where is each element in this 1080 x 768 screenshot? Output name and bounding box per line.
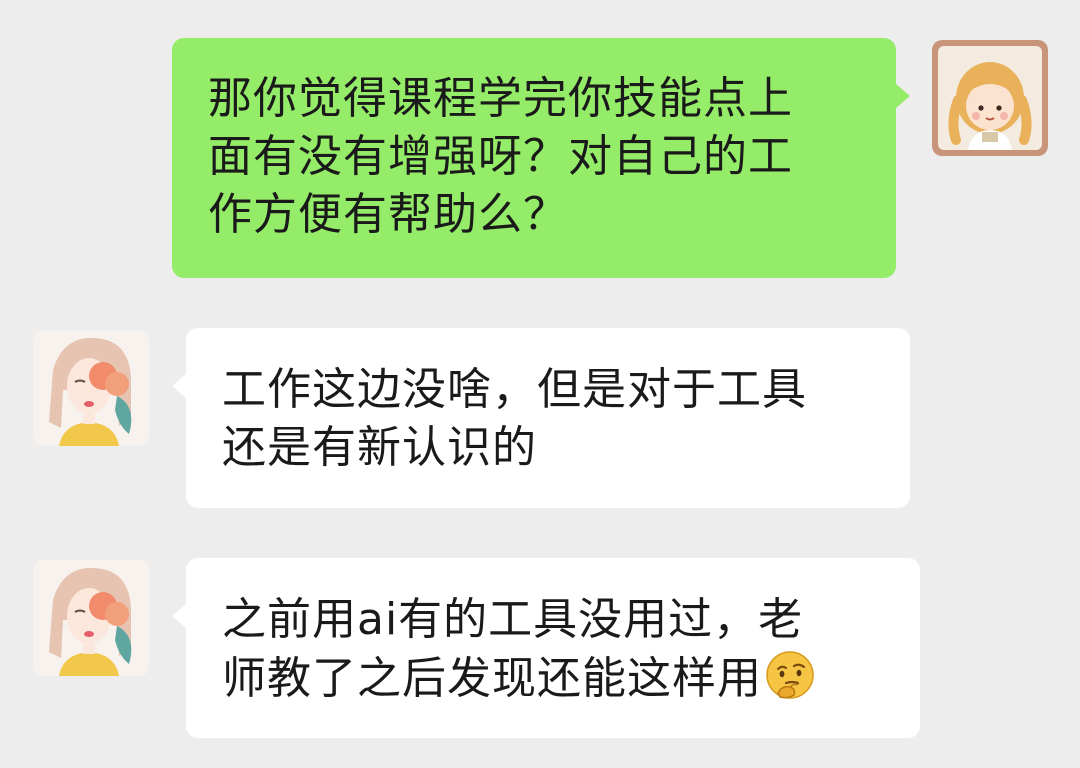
message-text-line: 之前用ai有的工具没用过，老	[222, 594, 804, 645]
avatar-contact[interactable]	[33, 560, 149, 676]
thinking-face-emoji-icon	[764, 649, 816, 701]
message-text-line-with-emoji: 师教了之后发现还能这样用	[222, 649, 884, 708]
message-text: 师教了之后发现还能这样用	[222, 653, 762, 704]
chat-conversation: 那你觉得课程学完你技能点上 面有没有增强呀？对自己的工 作方便有帮助么？ 工作这…	[0, 0, 1080, 768]
message-received: 之前用ai有的工具没用过，老 师教了之后发现还能这样用	[0, 0, 1080, 768]
avatar-contact-image	[33, 560, 149, 676]
message-bubble-received[interactable]: 之前用ai有的工具没用过，老 师教了之后发现还能这样用	[186, 558, 920, 738]
bubble-tail	[172, 604, 186, 628]
